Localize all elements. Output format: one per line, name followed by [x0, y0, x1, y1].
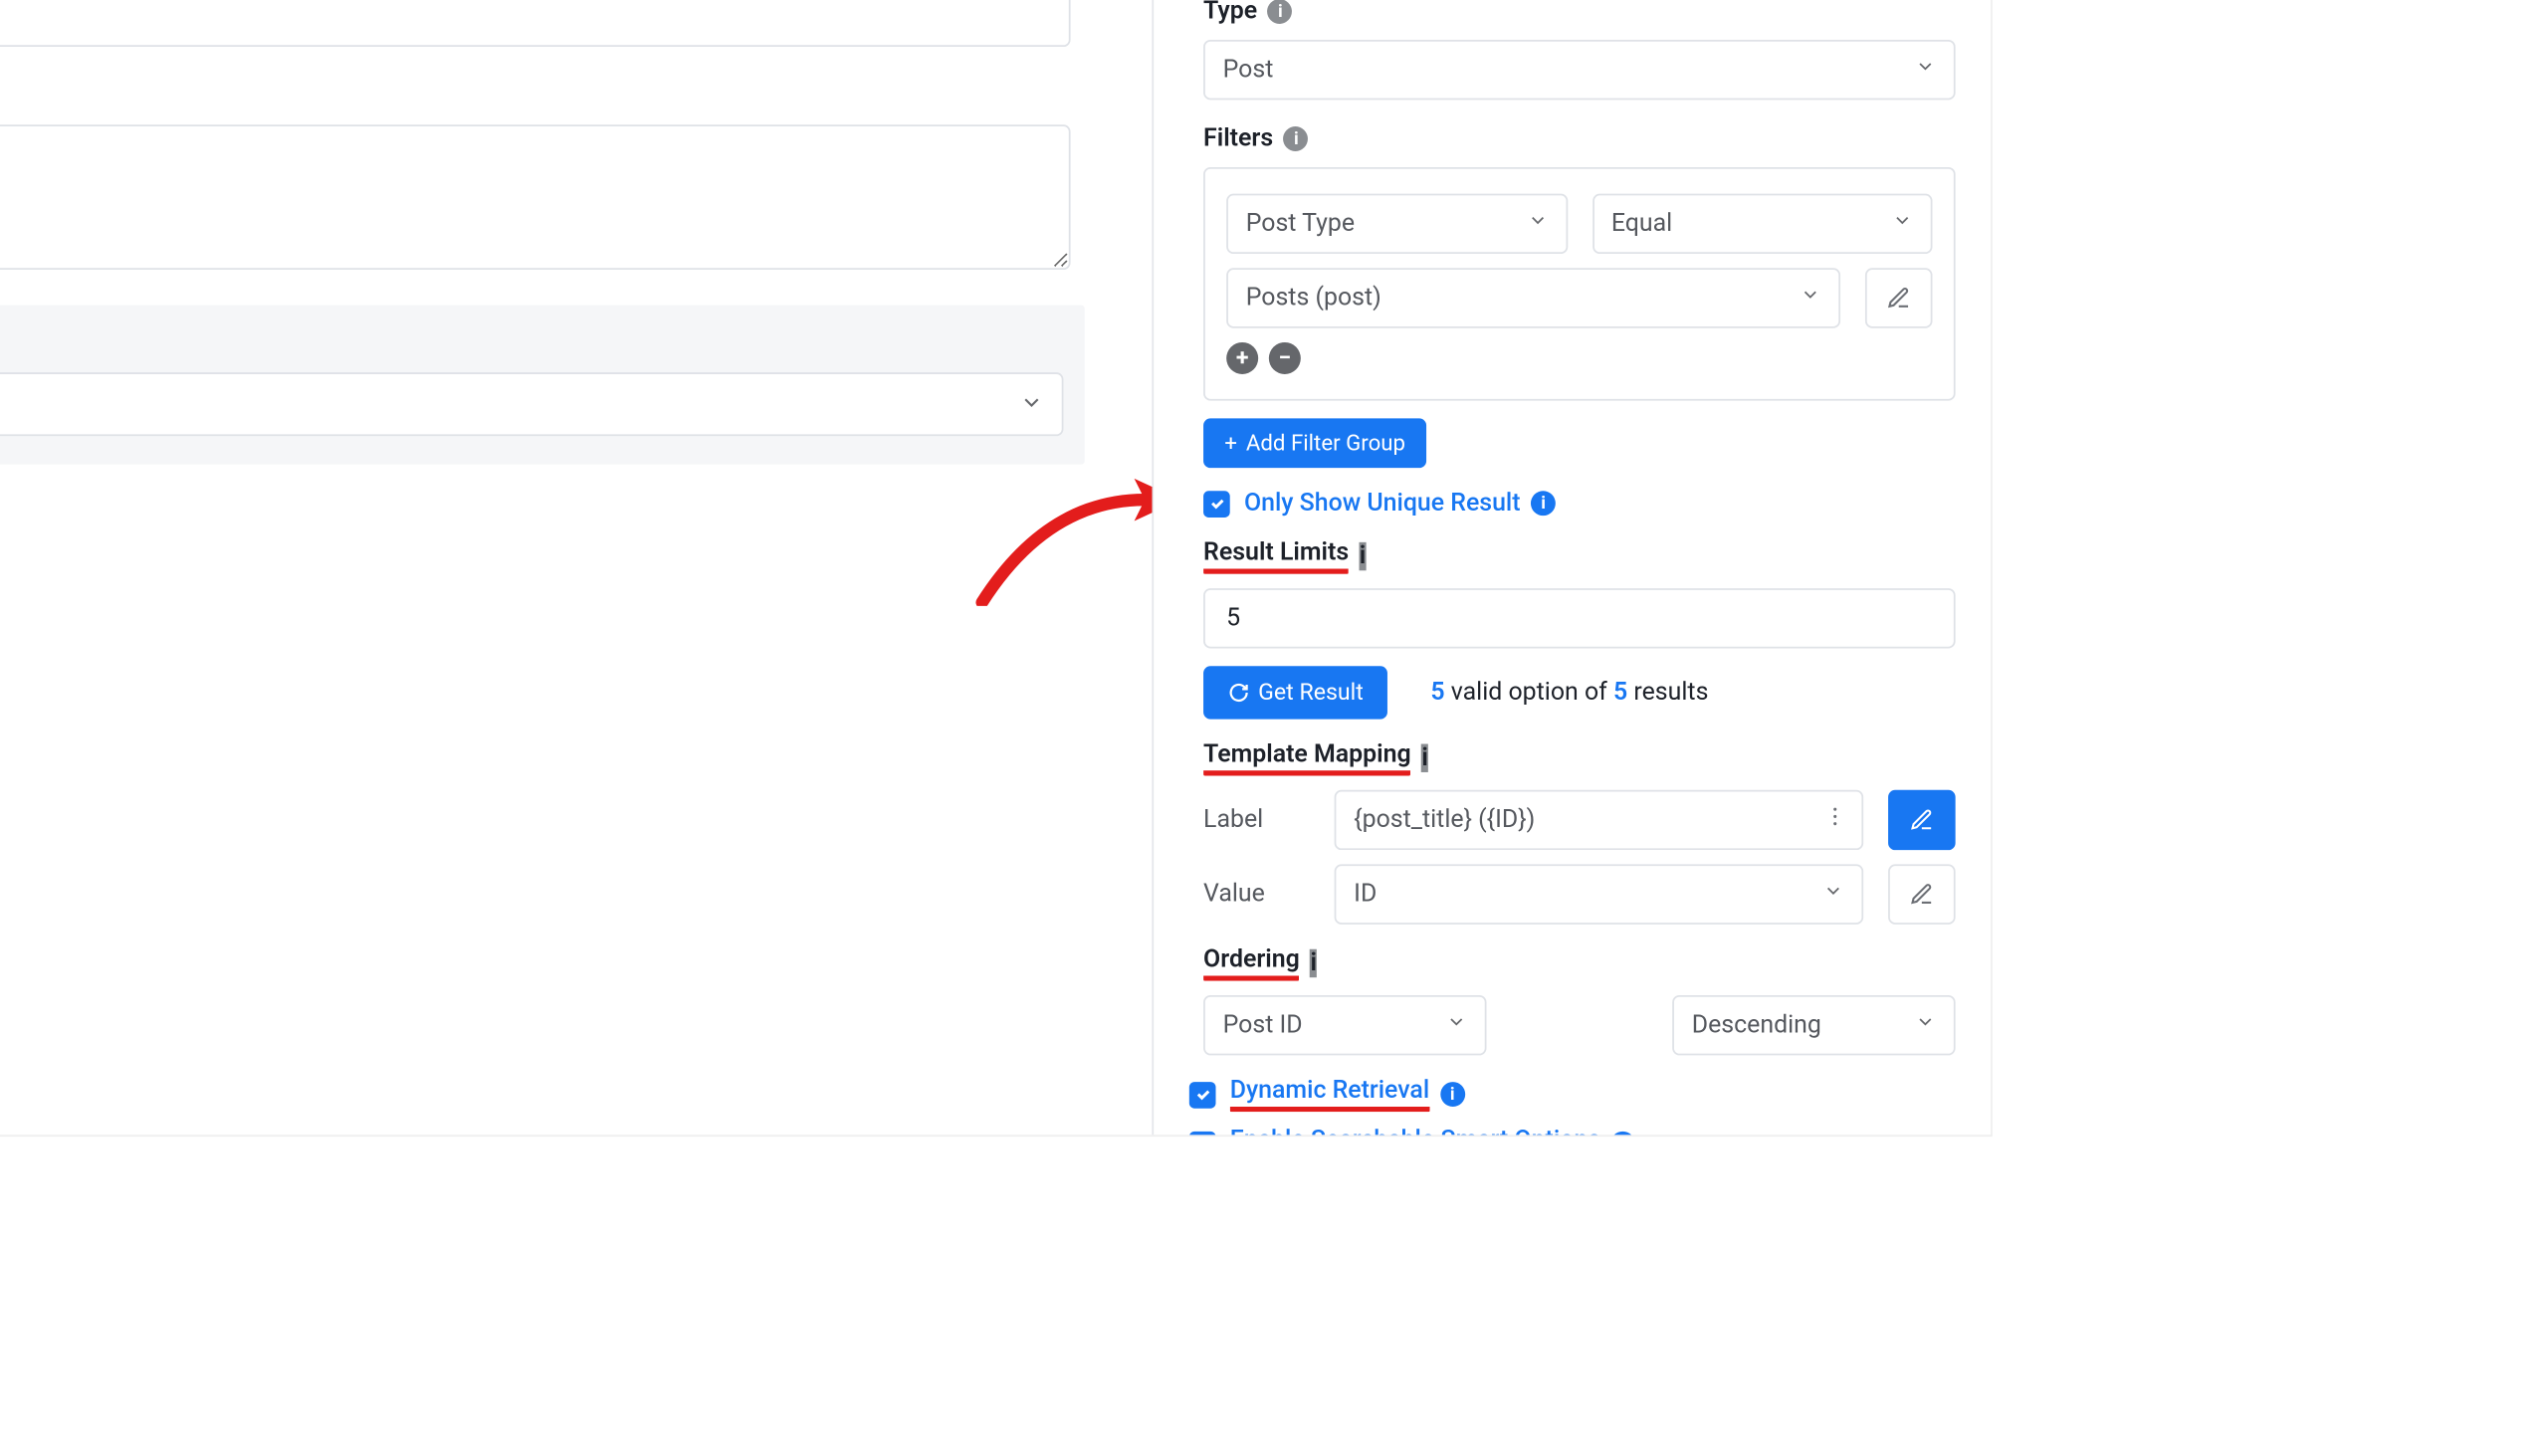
enable-searchable-label: Enable Searchable Smart Options i	[1230, 1126, 1636, 1135]
chevron-down-icon	[1800, 284, 1820, 312]
tm-label-edit-button[interactable]	[1888, 790, 1956, 850]
type-heading: Type i	[1203, 0, 1956, 26]
template-mapping-heading: Template Mapping i	[1203, 740, 1956, 776]
tm-label-input[interactable]: {post_title} ({ID})	[1334, 790, 1863, 850]
form-canvas: First Name Last Name Email Textarea Dyna…	[0, 0, 1152, 1135]
enable-searchable-checkbox[interactable]	[1189, 1131, 1216, 1135]
order-dir-select[interactable]: Descending	[1672, 995, 1955, 1055]
tm-value-select[interactable]: ID	[1334, 864, 1863, 924]
dynamic-field-select[interactable]	[0, 372, 1063, 436]
remove-filter-row-button[interactable]: −	[1269, 342, 1301, 374]
plus-icon: +	[1224, 430, 1237, 457]
get-result-label: Get Result	[1258, 680, 1364, 707]
result-summary-text: 5 valid option of 5 results	[1430, 679, 1708, 707]
get-result-button[interactable]: Get Result	[1203, 666, 1388, 719]
add-filter-group-button[interactable]: + Add Filter Group	[1203, 418, 1426, 468]
filters-heading: Filters i	[1203, 124, 1956, 152]
textarea-input[interactable]	[0, 124, 1071, 270]
info-icon[interactable]: i	[1421, 743, 1427, 771]
info-icon[interactable]: i	[1284, 126, 1309, 151]
result-limits-input[interactable]	[1203, 588, 1956, 648]
info-icon[interactable]: i	[1440, 1082, 1465, 1107]
type-select-value: Post	[1222, 56, 1273, 84]
order-by-select[interactable]: Post ID	[1203, 995, 1486, 1055]
tm-label-lbl: Label	[1203, 806, 1310, 834]
add-filter-group-label: Add Filter Group	[1246, 430, 1405, 457]
info-icon[interactable]: i	[1611, 1132, 1636, 1136]
only-unique-label: Only Show Unique Result i	[1244, 489, 1556, 517]
filter-op-value: Equal	[1611, 209, 1672, 237]
tm-value-lbl: Value	[1203, 880, 1310, 908]
chevron-down-icon	[1526, 209, 1547, 237]
order-by-value: Post ID	[1222, 1011, 1302, 1039]
add-filter-row-button[interactable]: +	[1226, 342, 1258, 374]
textarea-label: Textarea	[0, 82, 1071, 109]
type-select[interactable]: Post	[1203, 40, 1956, 100]
email-input[interactable]	[0, 0, 1071, 47]
result-limits-heading: Result Limits i	[1203, 538, 1956, 574]
ordering-heading: Ordering i	[1203, 945, 1956, 981]
filter-value-value: Posts (post)	[1246, 284, 1381, 312]
chevron-down-icon	[1019, 387, 1044, 421]
chevron-down-icon	[1822, 880, 1843, 908]
filter-field-select[interactable]: Post Type	[1226, 193, 1567, 253]
info-icon[interactable]: i	[1531, 491, 1556, 516]
field-settings-panel: Yes No Field Type i Radio Checkbox Selec…	[1152, 0, 1991, 1135]
dynamic-retrieval-checkbox[interactable]	[1189, 1081, 1216, 1108]
filter-op-select[interactable]: Equal	[1592, 193, 1932, 253]
dynamic-retrieval-label: Dynamic Retrieval i	[1230, 1077, 1465, 1113]
chevron-down-icon	[1891, 209, 1912, 237]
annotation-arrow-icon	[951, 447, 1153, 606]
dynamic-field-block[interactable]: Dynamic Field	[0, 305, 1085, 464]
filters-group: Post Type Equal Posts (post)	[1203, 167, 1956, 401]
tm-value-edit-button[interactable]	[1888, 864, 1956, 924]
info-icon[interactable]: i	[1268, 0, 1293, 24]
only-unique-checkbox[interactable]	[1203, 490, 1230, 517]
order-dir-value: Descending	[1692, 1011, 1821, 1039]
dynamic-field-label: Dynamic Field	[0, 326, 1063, 354]
chevron-down-icon	[1445, 1011, 1466, 1039]
info-icon[interactable]: i	[1360, 542, 1366, 570]
kebab-icon[interactable]	[1822, 804, 1847, 836]
filter-field-value: Post Type	[1246, 209, 1355, 237]
chevron-down-icon	[1915, 1011, 1936, 1039]
info-icon[interactable]: i	[1310, 949, 1316, 977]
chevron-down-icon	[1915, 56, 1936, 84]
filter-value-select[interactable]: Posts (post)	[1226, 268, 1840, 327]
tm-label-value: {post_title} ({ID})	[1354, 806, 1535, 834]
filter-edit-button[interactable]	[1865, 268, 1933, 327]
tm-value-value: ID	[1354, 880, 1377, 908]
